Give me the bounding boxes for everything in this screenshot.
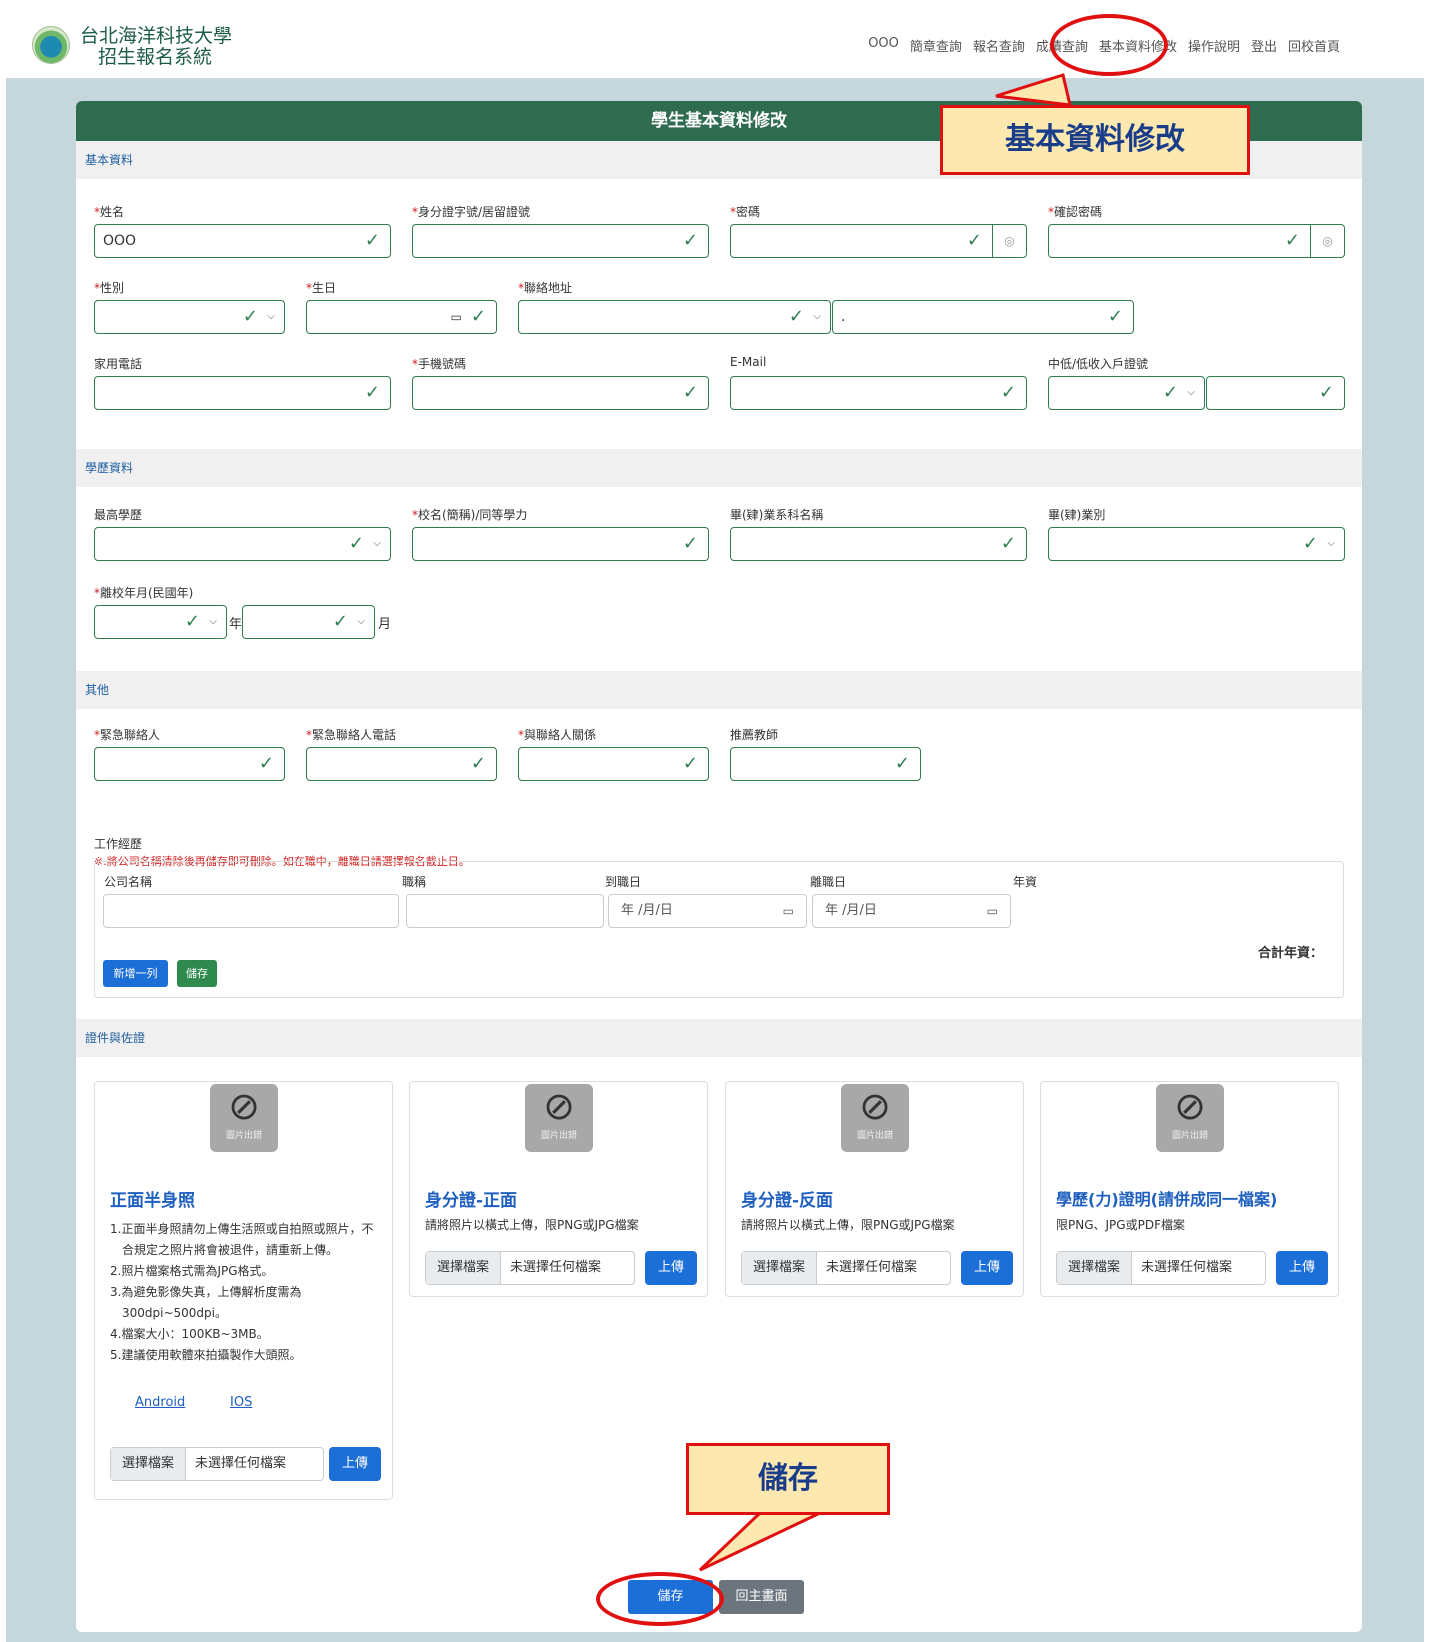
- callout-edit-pointer: [995, 73, 1072, 107]
- highlight-ring-save: [596, 1572, 724, 1626]
- highlight-ring-nav: [1050, 14, 1168, 76]
- callout-save-pointer: [698, 1511, 821, 1572]
- annotation-pointers: [698, 73, 1072, 1572]
- callout-basic-info-edit: 基本資料修改: [940, 105, 1250, 175]
- callout-save: 儲存: [686, 1443, 890, 1515]
